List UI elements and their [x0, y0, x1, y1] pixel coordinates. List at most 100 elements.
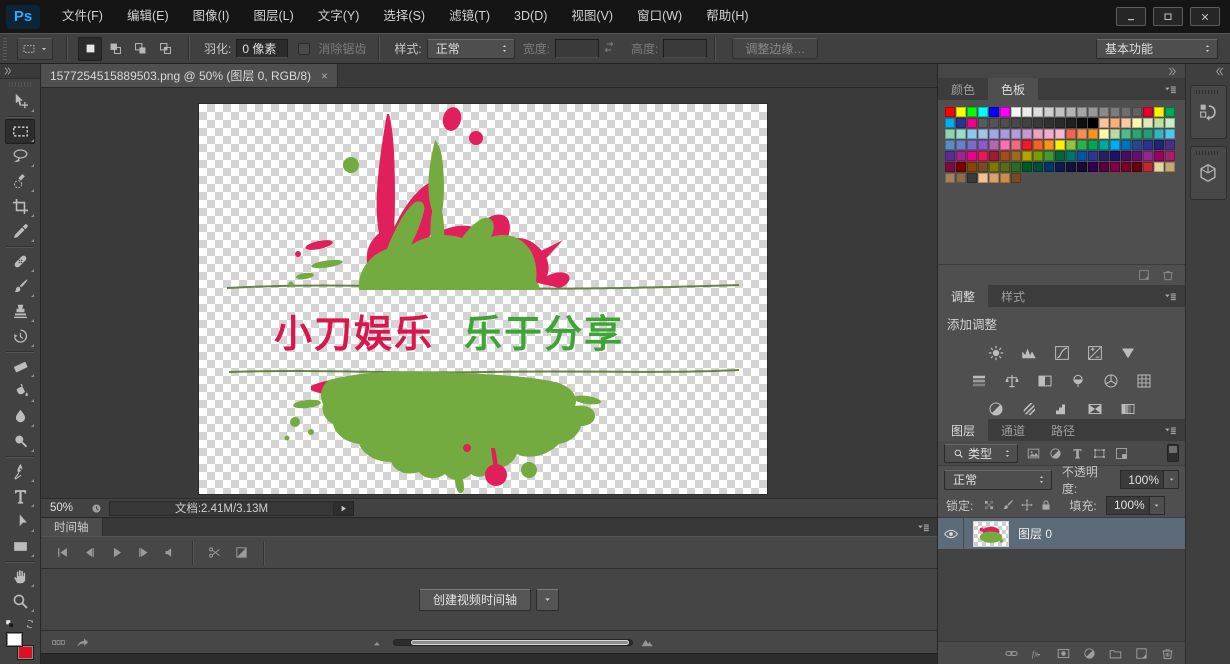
color-swatch[interactable]	[945, 151, 955, 161]
color-swatch[interactable]	[945, 129, 955, 139]
color-swatch[interactable]	[1011, 118, 1021, 128]
menu-item[interactable]: 图像(I)	[181, 0, 242, 33]
layer-mask-icon[interactable]	[1053, 646, 1073, 661]
new-group-icon[interactable]	[1105, 646, 1125, 661]
color-swatch[interactable]	[1077, 129, 1087, 139]
color-swatch[interactable]	[978, 162, 988, 172]
color-swatch[interactable]	[945, 140, 955, 150]
color-swatch[interactable]	[1132, 118, 1142, 128]
brush-tool[interactable]	[5, 274, 35, 299]
layer-visibility-toggle[interactable]	[938, 518, 964, 549]
color-balance-icon[interactable]	[1000, 369, 1024, 393]
panel-menu-icon[interactable]	[1155, 78, 1185, 100]
audio-icon[interactable]	[157, 541, 184, 565]
minimize-button[interactable]	[1116, 7, 1146, 26]
timeline-zoom-slider[interactable]	[393, 638, 633, 646]
photo-filter-icon[interactable]	[1066, 369, 1090, 393]
delete-layer-icon[interactable]	[1157, 646, 1177, 661]
color-swatch[interactable]	[989, 151, 999, 161]
color-swatch[interactable]	[1055, 151, 1065, 161]
feather-input[interactable]: 0 像素	[236, 39, 289, 58]
tab-styles[interactable]: 样式	[988, 285, 1038, 307]
color-swatch[interactable]	[945, 162, 955, 172]
history-brush-tool[interactable]	[5, 324, 35, 349]
timeline-type-dropdown[interactable]	[536, 588, 559, 611]
quick-selection-tool[interactable]	[5, 169, 35, 194]
swap-width-height-icon[interactable]	[601, 39, 621, 59]
color-swatch[interactable]	[1022, 118, 1032, 128]
eyedropper-tool[interactable]	[5, 219, 35, 244]
zoom-out-thumbnails-icon[interactable]	[371, 635, 386, 650]
move-tool[interactable]	[5, 89, 35, 114]
color-swatch[interactable]	[1165, 162, 1175, 172]
tab-close-icon[interactable]: ×	[321, 70, 328, 82]
color-swatch[interactable]	[1022, 129, 1032, 139]
canvas-area[interactable]: 小刀娱乐 乐于分享	[41, 88, 937, 498]
tool-preset-picker[interactable]	[17, 37, 53, 60]
color-swatch[interactable]	[1121, 162, 1131, 172]
color-swatch[interactable]	[978, 129, 988, 139]
delete-swatch-icon[interactable]	[1161, 268, 1175, 282]
style-select[interactable]: 正常	[426, 38, 515, 59]
color-swatch[interactable]	[1099, 140, 1109, 150]
pen-tool[interactable]	[5, 459, 35, 484]
color-swatch[interactable]	[1121, 151, 1131, 161]
color-swatch[interactable]	[1044, 162, 1054, 172]
color-swatch[interactable]	[967, 173, 977, 183]
color-swatch[interactable]	[967, 118, 977, 128]
color-swatch[interactable]	[1121, 107, 1131, 117]
color-swatch[interactable]	[1110, 118, 1120, 128]
color-swatch[interactable]	[1143, 162, 1153, 172]
panel-menu-icon[interactable]	[909, 518, 937, 536]
eraser-tool[interactable]	[5, 354, 35, 379]
color-swatch[interactable]	[1099, 162, 1109, 172]
color-swatch[interactable]	[1099, 151, 1109, 161]
layer-row[interactable]: 图层 0	[938, 518, 1185, 549]
timeline-scroll-track[interactable]	[41, 653, 937, 664]
blur-tool[interactable]	[5, 404, 35, 429]
color-swatch[interactable]	[1022, 107, 1032, 117]
spot-healing-brush-tool[interactable]	[5, 249, 35, 274]
color-swatch[interactable]	[956, 107, 966, 117]
color-swatch[interactable]	[1055, 107, 1065, 117]
gradient-map-icon[interactable]	[1083, 397, 1107, 421]
color-swatch[interactable]	[1077, 140, 1087, 150]
color-swatch[interactable]	[956, 151, 966, 161]
color-swatch[interactable]	[956, 129, 966, 139]
color-swatch[interactable]	[1011, 129, 1021, 139]
hand-tool[interactable]	[5, 564, 35, 589]
paint-bucket-tool[interactable]	[5, 379, 35, 404]
color-swatch[interactable]	[1088, 129, 1098, 139]
status-info-icon[interactable]	[87, 501, 105, 516]
color-swatch[interactable]	[1132, 162, 1142, 172]
width-input[interactable]	[555, 39, 600, 58]
color-swatch[interactable]	[1011, 173, 1021, 183]
create-video-timeline-button[interactable]: 创建视频时间轴	[418, 588, 531, 611]
color-swatch[interactable]	[1044, 140, 1054, 150]
color-swatch[interactable]	[1000, 118, 1010, 128]
color-swatch[interactable]	[1132, 129, 1142, 139]
color-swatch[interactable]	[1165, 129, 1175, 139]
color-swatch[interactable]	[978, 140, 988, 150]
color-swatch[interactable]	[1022, 151, 1032, 161]
curves-icon[interactable]	[1050, 341, 1074, 365]
color-swatch[interactable]	[1154, 162, 1164, 172]
document-image[interactable]: 小刀娱乐 乐于分享	[199, 104, 767, 494]
layer-style-icon[interactable]: fx	[1027, 646, 1047, 661]
color-swatch[interactable]	[978, 173, 988, 183]
exposure-icon[interactable]	[1083, 341, 1107, 365]
maximize-button[interactable]	[1153, 7, 1183, 26]
color-swatch[interactable]	[1055, 140, 1065, 150]
layer-name[interactable]: 图层 0	[1018, 525, 1052, 542]
color-swatch[interactable]	[1165, 140, 1175, 150]
tab-swatches[interactable]: 色板	[988, 78, 1039, 100]
rectangular-marquee-tool[interactable]	[5, 119, 35, 144]
menu-item[interactable]: 帮助(H)	[694, 0, 760, 33]
color-swatch[interactable]	[1011, 162, 1021, 172]
status-menu-arrow[interactable]	[334, 500, 354, 516]
path-selection-tool[interactable]	[5, 509, 35, 534]
play-icon[interactable]	[103, 541, 130, 565]
menu-item[interactable]: 视图(V)	[559, 0, 625, 33]
color-swatch[interactable]	[967, 129, 977, 139]
color-swatch[interactable]	[967, 162, 977, 172]
